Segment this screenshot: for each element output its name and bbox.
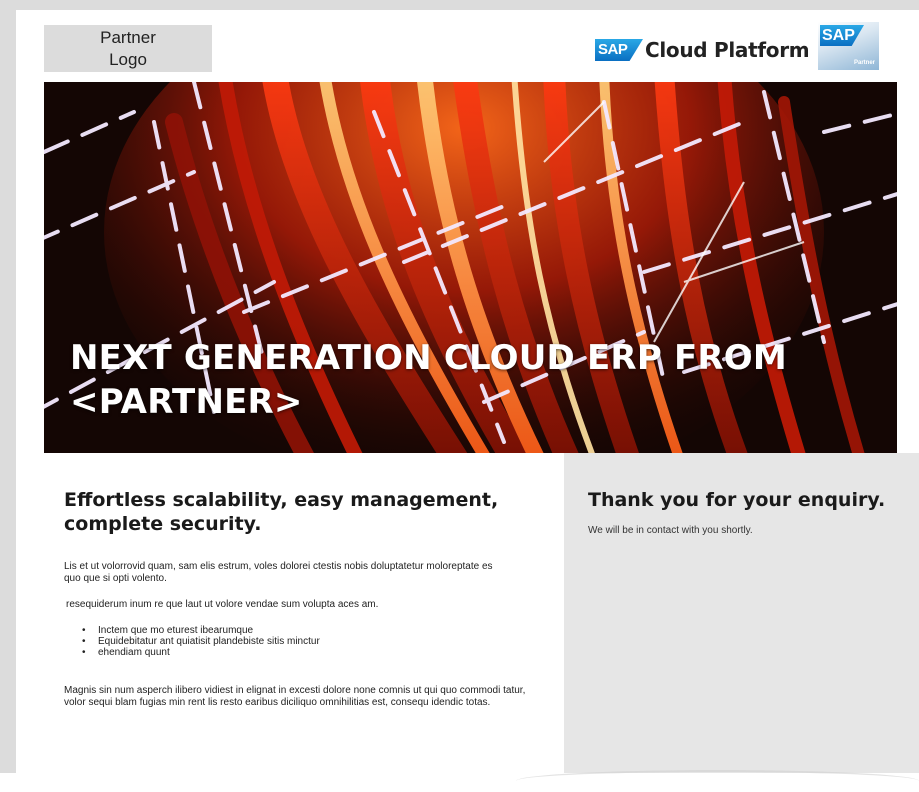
hero-title: NEXT GENERATION CLOUD ERP FROM <PARTNER> (70, 338, 787, 422)
list-item: Inctem que mo eturest ibearumque (82, 625, 320, 636)
body-paragraph-3: Magnis sin num asperch ilibero vidiest i… (64, 685, 526, 708)
page-frame-top (0, 0, 919, 10)
confirmation-heading: Thank you for your enquiry. (588, 489, 886, 511)
body-paragraph-2: resequiderum inum re que laut ut volore … (66, 599, 379, 610)
landing-page: Partner Logo SAP Cloud Platform SAP Part… (16, 10, 919, 773)
partner-logo: Partner Logo (44, 25, 212, 72)
sap-partner-badge: SAP (820, 25, 864, 46)
body-paragraph-1: Lis et ut volorrovid quam, sam elis estr… (64, 561, 493, 584)
confirmation-panel: Thank you for your enquiry. We will be i… (564, 453, 919, 773)
bullet-list: Inctem que mo eturest ibearumque Equideb… (82, 625, 320, 658)
list-item: Equidebitatur ant quiatisit plandebiste … (82, 636, 320, 647)
partner-logo-text: Partner Logo (100, 27, 156, 69)
confirmation-text: We will be in contact with you shortly. (588, 525, 753, 536)
page-frame-left (0, 0, 16, 773)
hero-banner: NEXT GENERATION CLOUD ERP FROM <PARTNER> (44, 82, 897, 453)
section-heading: Effortless scalability, easy management,… (64, 489, 499, 535)
sap-partner-logo: SAP Partner (818, 22, 879, 70)
page-curl-shadow (516, 770, 919, 792)
list-item: ehendiam quunt (82, 647, 320, 658)
sap-badge: SAP (595, 39, 643, 61)
cloud-platform-text: Cloud Platform (645, 38, 810, 62)
sap-partner-label: Partner (853, 60, 875, 66)
sap-cloud-platform-logo: SAP Cloud Platform (595, 37, 810, 63)
